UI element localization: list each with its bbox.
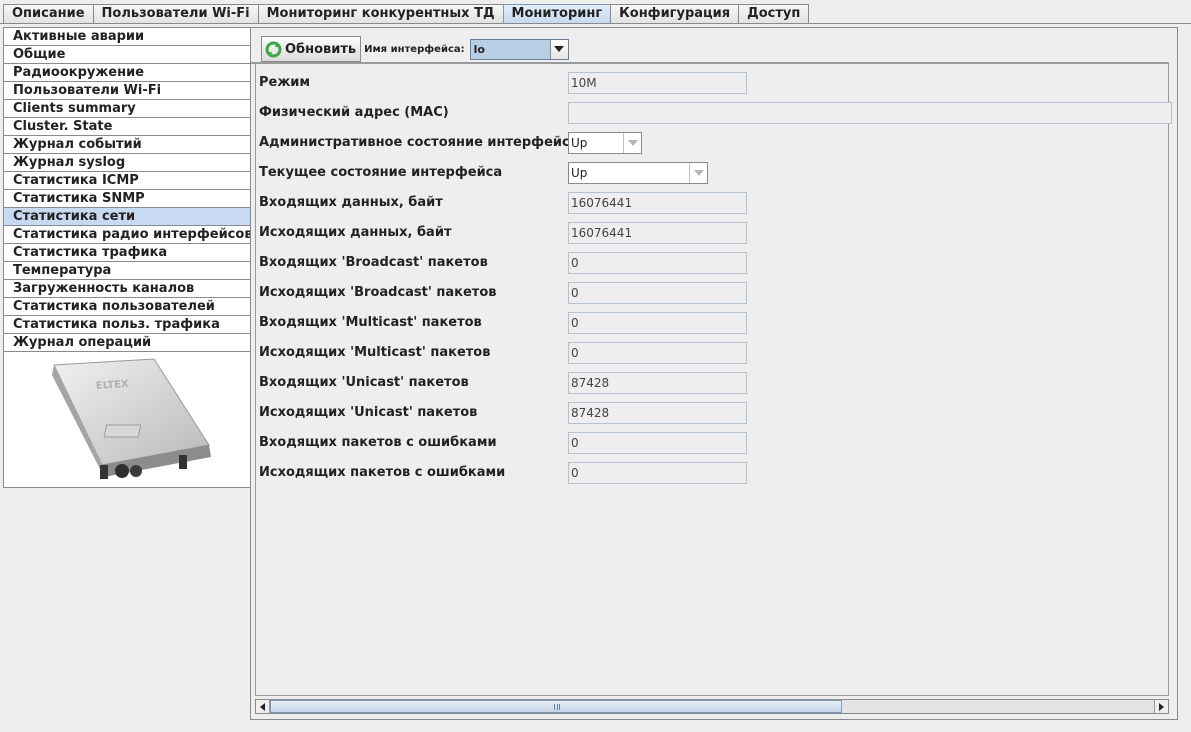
tx-errors-label: Исходящих пакетов с ошибками: [259, 465, 506, 480]
tab-divider: [0, 23, 1191, 24]
interface-select[interactable]: lo: [469, 38, 569, 60]
grip-icon: [554, 704, 560, 710]
tx-broadcast-label: Исходящих 'Broadcast' пакетов: [259, 285, 497, 300]
admin-state-value: Up: [571, 136, 588, 150]
sidebar-item-cluster-state[interactable]: Cluster. State: [4, 118, 251, 136]
rx-broadcast-field: 0: [568, 252, 747, 274]
sidebar-item-traffic-stats[interactable]: Статистика трафика: [4, 244, 251, 262]
rx-multicast-label: Входящих 'Multicast' пакетов: [259, 315, 482, 330]
scroll-left-icon[interactable]: [256, 700, 270, 713]
tx-multicast-field: 0: [568, 342, 747, 364]
interface-name-label: Имя интерфейса:: [364, 43, 465, 55]
refresh-icon: [265, 41, 282, 57]
rx-bytes-label: Входящих данных, байт: [259, 195, 443, 210]
admin-state-select[interactable]: Up: [568, 132, 642, 154]
admin-state-label: Административное состояние интерфейса: [259, 135, 579, 150]
sidebar-item-network-stats[interactable]: Статистика сети: [4, 208, 251, 226]
sidebar-item-clients-summary[interactable]: Clients summary: [4, 100, 251, 118]
interface-stats-form: Режим 10M Физический адрес (MAC) Админис…: [255, 64, 1172, 696]
chevron-down-icon[interactable]: [689, 163, 707, 183]
sidebar-item-radio-environment[interactable]: Радиоокружение: [4, 64, 251, 82]
tab-wifi-users[interactable]: Пользователи Wi-Fi: [92, 4, 259, 23]
oper-state-select[interactable]: Up: [568, 162, 708, 184]
app-window: Описание Пользователи Wi-Fi Мониторинг к…: [0, 0, 1191, 732]
mac-field: [568, 102, 1172, 124]
chevron-down-icon[interactable]: [623, 133, 641, 153]
sidebar-item-temperature[interactable]: Температура: [4, 262, 251, 280]
chevron-down-icon[interactable]: [549, 39, 568, 59]
sidebar-item-icmp-stats[interactable]: Статистика ICMP: [4, 172, 251, 190]
scrollbar-thumb[interactable]: [270, 700, 842, 713]
mode-field: 10M: [568, 72, 747, 94]
main-tabs: Описание Пользователи Wi-Fi Мониторинг к…: [3, 4, 810, 23]
rx-broadcast-label: Входящих 'Broadcast' пакетов: [259, 255, 488, 270]
sidebar-item-event-log[interactable]: Журнал событий: [4, 136, 251, 154]
horizontal-scrollbar[interactable]: [255, 699, 1169, 714]
tx-unicast-label: Исходящих 'Unicast' пакетов: [259, 405, 478, 420]
tab-competing-ap-monitoring[interactable]: Мониторинг конкурентных ТД: [257, 4, 504, 23]
rx-errors-field: 0: [568, 432, 747, 454]
sidebar-item-radio-interface-stats[interactable]: Статистика радио интерфейсов: [4, 226, 251, 244]
tab-monitoring[interactable]: Мониторинг: [502, 4, 612, 23]
sidebar-item-active-alarms[interactable]: Активные аварии: [4, 28, 251, 46]
sidebar-item-wifi-users[interactable]: Пользователи Wi-Fi: [4, 82, 251, 100]
rx-bytes-field: 16076441: [568, 192, 747, 214]
sidebar-item-operations-log[interactable]: Журнал операций: [4, 334, 251, 352]
tx-unicast-field: 87428: [568, 402, 747, 424]
device-image: ELTEX: [4, 353, 251, 487]
tx-bytes-field: 16076441: [568, 222, 747, 244]
refresh-button-label: Обновить: [285, 41, 357, 57]
rx-unicast-label: Входящих 'Unicast' пакетов: [259, 375, 469, 390]
mac-label: Физический адрес (MAC): [259, 105, 449, 120]
rx-multicast-field: 0: [568, 312, 747, 334]
toolbar: Обновить Имя интерфейса: lo: [261, 36, 569, 62]
sidebar-item-user-stats[interactable]: Статистика пользователей: [4, 298, 251, 316]
scroll-right-icon[interactable]: [1154, 700, 1168, 713]
sidebar-item-channel-load[interactable]: Загруженность каналов: [4, 280, 251, 298]
tab-configuration[interactable]: Конфигурация: [610, 4, 740, 23]
tx-broadcast-field: 0: [568, 282, 747, 304]
device-logo-text: ELTEX: [95, 379, 129, 392]
tab-access[interactable]: Доступ: [738, 4, 810, 23]
rx-errors-label: Входящих пакетов с ошибками: [259, 435, 497, 450]
sidebar-item-general[interactable]: Общие: [4, 46, 251, 64]
access-point-device-icon: ELTEX: [52, 358, 211, 479]
sidebar-item-syslog[interactable]: Журнал syslog: [4, 154, 251, 172]
refresh-button[interactable]: Обновить: [261, 36, 362, 62]
tab-description[interactable]: Описание: [3, 4, 94, 23]
sidebar-item-snmp-stats[interactable]: Статистика SNMP: [4, 190, 251, 208]
oper-state-value: Up: [571, 166, 588, 180]
tx-bytes-label: Исходящих данных, байт: [259, 225, 452, 240]
sidebar-nav: Активные аварии Общие Радиоокружение Пол…: [3, 27, 252, 488]
mode-label: Режим: [259, 75, 311, 90]
tx-multicast-label: Исходящих 'Multicast' пакетов: [259, 345, 491, 360]
interface-select-value: lo: [473, 42, 485, 56]
rx-unicast-field: 87428: [568, 372, 747, 394]
sidebar-item-user-traffic-stats[interactable]: Статистика польз. трафика: [4, 316, 251, 334]
oper-state-label: Текущее состояние интерфейса: [259, 165, 503, 180]
content-panel: Обновить Имя интерфейса: lo Режим 10M Фи…: [250, 27, 1178, 720]
tx-errors-field: 0: [568, 462, 747, 484]
